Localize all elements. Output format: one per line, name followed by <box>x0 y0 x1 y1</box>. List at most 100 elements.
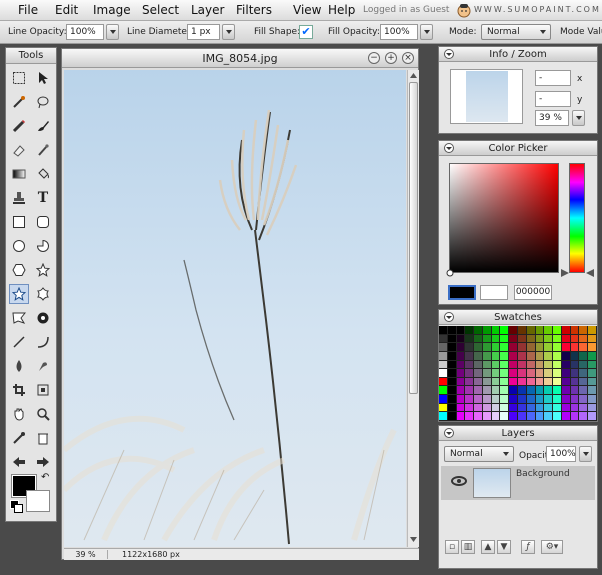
color-swatch[interactable] <box>553 343 561 351</box>
picker-background-color[interactable] <box>480 285 508 300</box>
color-swatch[interactable] <box>579 343 588 351</box>
color-swatch[interactable] <box>482 334 491 343</box>
color-swatch[interactable] <box>456 403 465 412</box>
line-diameter-field[interactable]: 1 px <box>187 24 220 40</box>
color-swatch[interactable] <box>491 412 500 420</box>
color-swatch[interactable] <box>439 369 447 377</box>
color-swatch[interactable] <box>518 360 526 369</box>
color-swatch[interactable] <box>447 395 456 403</box>
dodge-burn-tool-icon[interactable] <box>33 356 53 376</box>
color-swatch[interactable] <box>465 377 474 386</box>
burst-shape-tool-icon[interactable] <box>33 308 53 328</box>
color-swatch[interactable] <box>579 334 588 343</box>
color-swatch[interactable] <box>509 334 517 343</box>
color-swatch[interactable] <box>588 377 596 386</box>
line-opacity-dropdown-icon[interactable] <box>106 24 119 40</box>
color-swatch[interactable] <box>500 326 509 334</box>
color-swatch[interactable] <box>439 334 447 343</box>
color-swatch[interactable] <box>447 326 456 334</box>
color-swatch[interactable] <box>553 403 561 412</box>
color-swatch[interactable] <box>570 395 579 403</box>
color-swatch[interactable] <box>544 386 553 395</box>
move-tool-icon[interactable] <box>33 68 53 88</box>
color-swatch[interactable] <box>509 386 517 395</box>
color-swatch[interactable] <box>447 351 456 360</box>
color-swatch[interactable] <box>535 326 544 334</box>
color-swatch[interactable] <box>535 343 544 351</box>
color-swatch[interactable] <box>553 326 561 334</box>
color-swatch[interactable] <box>500 377 509 386</box>
image-canvas[interactable] <box>64 70 406 547</box>
color-swatch[interactable] <box>518 403 526 412</box>
trash-tool-icon[interactable] <box>33 428 53 448</box>
crop-tool-icon[interactable] <box>9 380 29 400</box>
color-swatch[interactable] <box>456 343 465 351</box>
mode-select[interactable]: Normal <box>481 24 551 40</box>
color-swatch[interactable] <box>447 334 456 343</box>
blur-drop-tool-icon[interactable] <box>9 356 29 376</box>
color-swatch[interactable] <box>544 343 553 351</box>
eyedropper-tool-icon[interactable] <box>9 428 29 448</box>
color-swatch[interactable] <box>570 377 579 386</box>
color-swatch[interactable] <box>482 343 491 351</box>
color-swatch[interactable] <box>561 377 570 386</box>
color-swatch[interactable] <box>544 351 553 360</box>
color-swatch[interactable] <box>500 395 509 403</box>
menu-layer[interactable]: Layer <box>191 3 224 17</box>
color-swatch[interactable] <box>518 334 526 343</box>
color-swatch[interactable] <box>465 351 474 360</box>
color-swatch[interactable] <box>518 395 526 403</box>
color-swatch[interactable] <box>579 395 588 403</box>
color-swatch[interactable] <box>518 343 526 351</box>
color-swatch[interactable] <box>491 403 500 412</box>
collapse-panel-icon[interactable] <box>444 143 454 153</box>
close-window-icon[interactable]: × <box>402 52 414 64</box>
color-swatch[interactable] <box>579 360 588 369</box>
color-swatch[interactable] <box>491 386 500 395</box>
color-swatch[interactable] <box>579 403 588 412</box>
move-layer-up-icon[interactable]: ▲ <box>481 540 495 554</box>
color-swatch[interactable] <box>491 377 500 386</box>
color-swatch[interactable] <box>474 395 482 403</box>
color-swatch[interactable] <box>579 412 588 420</box>
color-swatch[interactable] <box>447 377 456 386</box>
color-swatch[interactable] <box>535 386 544 395</box>
color-swatch[interactable] <box>570 351 579 360</box>
color-swatch[interactable] <box>561 334 570 343</box>
color-swatch[interactable] <box>456 395 465 403</box>
color-swatch[interactable] <box>509 343 517 351</box>
color-swatch[interactable] <box>465 395 474 403</box>
color-swatch[interactable] <box>474 351 482 360</box>
color-swatch[interactable] <box>588 334 596 343</box>
color-swatch[interactable] <box>447 343 456 351</box>
color-swatch[interactable] <box>535 334 544 343</box>
color-swatch[interactable] <box>535 360 544 369</box>
color-swatch[interactable] <box>465 369 474 377</box>
layer-settings-gear-icon[interactable]: ⚙▾ <box>541 540 563 554</box>
color-swatch[interactable] <box>588 412 596 420</box>
color-swatch[interactable] <box>465 412 474 420</box>
color-swatch[interactable] <box>500 334 509 343</box>
color-swatch[interactable] <box>561 360 570 369</box>
color-swatch[interactable] <box>526 326 535 334</box>
collapse-panel-icon[interactable] <box>444 428 454 438</box>
transform-tool-icon[interactable] <box>33 380 53 400</box>
saturation-value-field[interactable] <box>449 163 559 273</box>
menu-file[interactable]: File <box>18 3 38 17</box>
color-swatch[interactable] <box>500 343 509 351</box>
color-swatch[interactable] <box>474 412 482 420</box>
polygon-tool-icon[interactable] <box>9 260 29 280</box>
new-layer-icon[interactable]: ▫ <box>445 540 459 554</box>
color-swatch[interactable] <box>526 395 535 403</box>
color-swatch[interactable] <box>509 369 517 377</box>
color-swatch[interactable] <box>482 386 491 395</box>
color-swatch[interactable] <box>544 360 553 369</box>
color-swatch[interactable] <box>491 360 500 369</box>
layer-row[interactable]: Background <box>441 466 595 500</box>
menu-help[interactable]: Help <box>328 3 355 17</box>
color-swatch[interactable] <box>561 386 570 395</box>
rounded-rect-tool-icon[interactable] <box>33 212 53 232</box>
color-swatch[interactable] <box>439 351 447 360</box>
info-zoom-titlebar[interactable]: Info / Zoom <box>439 47 597 62</box>
star-shape-tool-icon[interactable] <box>9 284 29 304</box>
